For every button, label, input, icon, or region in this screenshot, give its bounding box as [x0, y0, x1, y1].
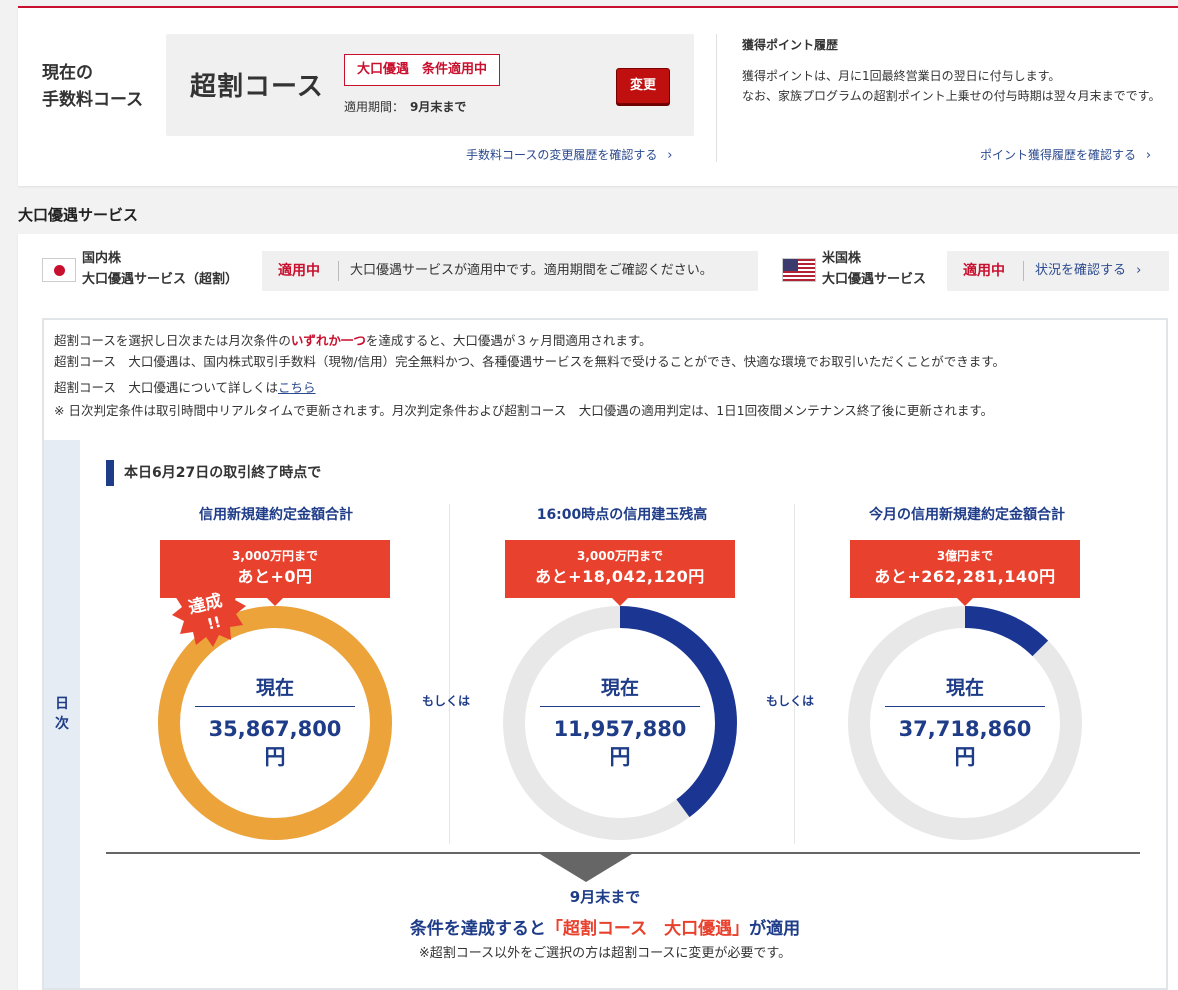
condition-title-monthly-credit-total: 今月の信用新規建約定金額合計 [869, 507, 1065, 523]
currency-unit: 円 [264, 745, 286, 769]
course-history-link[interactable]: 手数料コースの変更履歴を確認する › [466, 146, 672, 163]
divider [716, 34, 717, 162]
course-box: 超割コース 大口優遇 条件適用中 適用期間： 9月末まで 変更 [166, 34, 694, 136]
divider [885, 706, 1045, 707]
domestic-status-message: 大口優遇サービスが適用中です。適用期間をご確認ください。 [350, 263, 713, 278]
condition-period: 9月末まで [569, 888, 641, 906]
points-description: 獲得ポイントは、月に1回最終営業日の翌日に付与します。 なお、家族プログラムの超… [742, 69, 1161, 103]
us-status-badge: 適用中 [963, 263, 1005, 279]
current-value-block: 現在 37,718,860 円 [875, 674, 1055, 771]
or-label: もしくは [766, 694, 815, 708]
points-history-link[interactable]: ポイント獲得履歴を確認する › [980, 146, 1151, 163]
down-arrow-icon [540, 854, 632, 882]
conditions-box: 超割コースを選択し日次または月次条件のいずれか一つを達成すると、大口優遇が３ヶ月… [42, 318, 1168, 990]
target-callout: 3,000万円まで あと+18,042,120円 [505, 540, 735, 606]
divider [195, 706, 355, 707]
fee-course-panel: 現在の 手数料コース 超割コース 大口優遇 条件適用中 適用期間： 9月末まで 変… [18, 6, 1178, 186]
currency-unit: 円 [954, 745, 976, 769]
divider [338, 261, 339, 281]
current-value: 37,718,860 [898, 717, 1032, 741]
us-market-label: 米国株 大口優遇サービス [822, 251, 927, 287]
current-course-heading: 現在の 手数料コース [42, 63, 144, 110]
divider [540, 706, 700, 707]
domestic-market-label: 国内株 大口優遇サービス（超割） [82, 251, 239, 287]
chevron-right-icon: › [667, 148, 673, 163]
course-name: 超割コース [190, 72, 324, 102]
condition-title-credit-balance: 16:00時点の信用建玉残高 [536, 507, 708, 523]
divider [1023, 261, 1024, 281]
course-period: 適用期間： 9月末まで [344, 100, 467, 114]
course-status-tag: 大口優遇 条件適用中 [344, 54, 501, 86]
change-course-button[interactable]: 変更 [616, 68, 670, 104]
conditions-description: 超割コースを選択し日次または月次条件のいずれか一つを達成すると、大口優遇が３ヶ月… [54, 333, 1005, 418]
condition-title-credit-new-total: 信用新規建約定金額合計 [199, 507, 353, 523]
current-value: 35,867,800 [208, 717, 342, 741]
daily-label: 日 次 [55, 696, 69, 732]
current-value: 11,957,880 [553, 717, 687, 741]
daily-conditions-area: 日 次 本日6月27日の取引終了時点で 信用新規建約定金額合計 3,000万円ま… [44, 440, 1166, 988]
target-callout: 3億円まで あと+262,281,140円 [850, 540, 1080, 606]
points-history-title: 獲得ポイント履歴 [742, 38, 839, 52]
as-of-heading: 本日6月27日の取引終了時点で [124, 465, 322, 481]
divider [794, 504, 795, 844]
or-label: もしくは [422, 694, 471, 708]
large-account-panel: 国内株 大口優遇サービス（超割） 適用中 大口優遇サービスが適用中です。適用期間… [18, 234, 1178, 990]
current-value-block: 現在 11,957,880 円 [530, 674, 710, 771]
us-status-box: 適用中 状況を確認する › [947, 251, 1169, 291]
chevron-right-icon: › [1145, 148, 1152, 163]
chevron-right-icon: › [1136, 263, 1142, 278]
domestic-status-badge: 適用中 [278, 263, 320, 279]
achieved-badge: 達成 !! [172, 574, 246, 647]
current-value-block: 現在 35,867,800 円 [185, 674, 365, 771]
currency-unit: 円 [609, 745, 631, 769]
section-title: 大口優遇サービス [18, 206, 139, 224]
domestic-status-box: 適用中 大口優遇サービスが適用中です。適用期間をご確認ください。 [262, 251, 758, 291]
us-status-link[interactable]: 状況を確認する › [1035, 251, 1141, 291]
divider [449, 504, 450, 844]
condition-note: ※超割コース以外をご選択の方は超割コースに変更が必要です。 [418, 946, 792, 961]
us-flag-icon [782, 258, 816, 282]
japan-flag-icon [42, 258, 76, 282]
heading-accent-bar [106, 460, 114, 486]
condition-result: 条件を達成すると「超割コース 大口優遇」が適用 [409, 919, 801, 939]
details-link[interactable]: こちら [278, 380, 316, 395]
